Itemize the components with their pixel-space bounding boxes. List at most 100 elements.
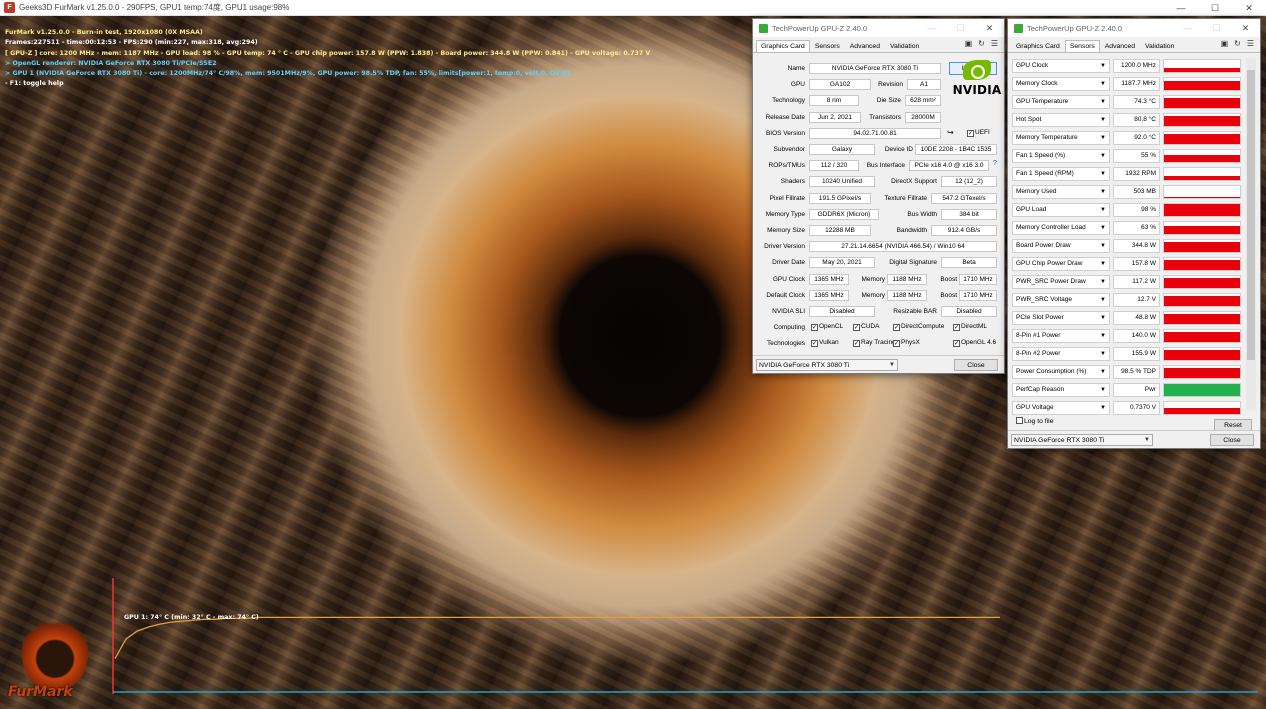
sensor-graph <box>1163 311 1241 325</box>
checkbox-label: PhysX <box>901 339 920 347</box>
sensor-name-dropdown[interactable]: PerfCap Reason ▼ <box>1012 383 1110 397</box>
sensor-row: Memory Used ▼ 503 MB <box>1012 185 1250 199</box>
temperature-graph-svg <box>112 578 1258 694</box>
sensor-name-dropdown[interactable]: 8-Pin #2 Power ▼ <box>1012 347 1110 361</box>
sensor-name-dropdown[interactable]: PCIe Slot Power ▼ <box>1012 311 1110 325</box>
camera-icon[interactable]: ▣ <box>1221 39 1229 48</box>
field-value-die-size: 628 mm² <box>905 95 941 107</box>
sensor-name-dropdown[interactable]: Memory Controller Load ▼ <box>1012 221 1110 235</box>
maximize-icon[interactable]: ☐ <box>1198 0 1232 16</box>
log-checkbox[interactable] <box>1016 417 1023 424</box>
field-label-directx: DirectX Support <box>891 178 937 186</box>
sensor-name-dropdown[interactable]: Memory Temperature ▼ <box>1012 131 1110 145</box>
sensor-row: GPU Temperature ▼ 74.3 °C <box>1012 95 1250 109</box>
sensor-name-dropdown[interactable]: Memory Used ▼ <box>1012 185 1110 199</box>
menu-icon[interactable]: ☰ <box>1247 39 1254 48</box>
field-value-buswidth: 384 bit <box>941 208 997 220</box>
close-icon[interactable]: ✕ <box>1231 19 1260 37</box>
close-icon[interactable]: ✕ <box>975 19 1004 37</box>
scrollbar-thumb[interactable] <box>1247 70 1255 360</box>
gpu-select-dropdown[interactable]: NVIDIA GeForce RTX 3080 Ti ▼ <box>756 359 898 371</box>
sensor-name-dropdown[interactable]: PWR_SRC Power Draw ▼ <box>1012 275 1110 289</box>
log-to-file-option[interactable]: Log to file <box>1016 417 1053 425</box>
chevron-down-icon: ▼ <box>889 362 895 368</box>
minimize-icon[interactable]: — <box>1173 19 1202 37</box>
gpuz-titlebar[interactable]: TechPowerUp GPU-Z 2.40.0 — ☐ ✕ <box>753 19 1004 37</box>
close-button[interactable]: Close <box>954 359 998 371</box>
tab-sensors[interactable]: Sensors <box>810 40 845 52</box>
refresh-icon[interactable]: ↻ <box>978 39 985 48</box>
chevron-down-icon: ▼ <box>1100 117 1106 123</box>
field-value-rops: 112 / 320 <box>809 160 859 172</box>
sensor-name-dropdown[interactable]: GPU Load ▼ <box>1012 203 1110 217</box>
sensor-value: Pwr <box>1113 383 1160 397</box>
check-icon: ✓ <box>953 324 960 332</box>
checkbox-directml: ✓ DirectML <box>953 323 987 332</box>
sensor-name: Memory Clock <box>1016 80 1058 87</box>
gpuz-titlebar[interactable]: TechPowerUp GPU-Z 2.40.0 — ☐ ✕ <box>1008 19 1260 37</box>
minimize-icon[interactable]: — <box>917 19 946 37</box>
tab-validation[interactable]: Validation <box>885 40 924 52</box>
gpuz-sensors-window[interactable]: TechPowerUp GPU-Z 2.40.0 — ☐ ✕ Graphics Ca… <box>1007 18 1261 449</box>
tab-advanced[interactable]: Advanced <box>845 40 885 52</box>
tab-validation[interactable]: Validation <box>1140 40 1179 52</box>
sensor-value: 98.5 % TDP <box>1113 365 1160 379</box>
chevron-down-icon: ▼ <box>1100 387 1106 393</box>
sensor-graph <box>1163 347 1241 361</box>
checkbox-label: CUDA <box>861 323 880 331</box>
tab-graphics-card[interactable]: Graphics Card <box>756 40 810 52</box>
field-label-gpuclock: GPU Clock <box>772 275 805 283</box>
sensor-name-dropdown[interactable]: GPU Clock ▼ <box>1012 59 1110 73</box>
field-label-shaders: Shaders <box>780 178 805 186</box>
nvidia-eye-icon <box>963 60 991 80</box>
check-icon: ✓ <box>853 340 860 348</box>
sensor-name-dropdown[interactable]: Board Power Draw ▼ <box>1012 239 1110 253</box>
sensor-name-dropdown[interactable]: PWR_SRC Voltage ▼ <box>1012 293 1110 307</box>
tab-graphics-card[interactable]: Graphics Card <box>1011 40 1065 52</box>
sensor-name-dropdown[interactable]: GPU Chip Power Draw ▼ <box>1012 257 1110 271</box>
sensor-graph-fill <box>1164 197 1240 198</box>
close-icon[interactable]: ✕ <box>1232 0 1266 16</box>
tab-sensors[interactable]: Sensors <box>1064 40 1100 52</box>
sensor-value: 140.0 W <box>1113 329 1160 343</box>
check-icon: ✓ <box>893 324 900 332</box>
sensor-name-dropdown[interactable]: GPU Voltage ▼ <box>1012 401 1110 415</box>
field-label-bios: BIOS Version <box>765 129 805 137</box>
share-icon[interactable]: ↪ <box>947 128 954 137</box>
sensor-name: GPU Temperature <box>1016 98 1069 105</box>
sensor-graph-fill <box>1164 68 1240 72</box>
sensor-scrollbar[interactable] <box>1246 58 1256 410</box>
sensor-name-dropdown[interactable]: Power Consumption (%) ▼ <box>1012 365 1110 379</box>
gpuz-graphics-card-window[interactable]: TechPowerUp GPU-Z 2.40.0 — ☐ ✕ Graphics Ca… <box>752 18 1005 374</box>
sensor-row: Power Consumption (%) ▼ 98.5 % TDP <box>1012 365 1250 379</box>
field-value-texture: 547.2 GTexel/s <box>931 192 997 204</box>
maximize-icon: ☐ <box>956 23 965 33</box>
sensor-name: PCIe Slot Power <box>1016 314 1064 321</box>
camera-icon[interactable]: ▣ <box>965 39 973 48</box>
sensor-graph <box>1163 95 1241 109</box>
sensor-value: 48.8 W <box>1113 311 1160 325</box>
sensor-name-dropdown[interactable]: Memory Clock ▼ <box>1012 77 1110 91</box>
sensor-name: Memory Used <box>1016 188 1057 195</box>
field-value-device-id: 10DE 2208 - 1B4C 1535 <box>915 144 997 155</box>
sensor-name-dropdown[interactable]: Fan 1 Speed (RPM) ▼ <box>1012 167 1110 181</box>
window-controls: — ☐ ✕ <box>1164 0 1266 16</box>
close-button[interactable]: Close <box>1210 434 1254 446</box>
field-label-subvendor: Subvendor <box>773 146 805 153</box>
help-icon[interactable]: ? <box>993 160 997 167</box>
gpu-select-dropdown[interactable]: NVIDIA GeForce RTX 3080 Ti ▼ <box>1011 434 1153 446</box>
menu-icon[interactable]: ☰ <box>991 39 998 48</box>
refresh-icon[interactable]: ↻ <box>1234 39 1241 48</box>
sensor-name-dropdown[interactable]: Fan 1 Speed (%) ▼ <box>1012 149 1110 163</box>
minimize-icon[interactable]: — <box>1164 0 1198 16</box>
sensor-name-dropdown[interactable]: Hot Spot ▼ <box>1012 113 1110 127</box>
tab-advanced[interactable]: Advanced <box>1100 40 1140 52</box>
sensor-name-dropdown[interactable]: 8-Pin #1 Power ▼ <box>1012 329 1110 343</box>
sensor-name: 8-Pin #2 Power <box>1016 350 1061 357</box>
field-label-device-id: Device ID <box>884 146 913 153</box>
sensor-row: PCIe Slot Power ▼ 48.8 W <box>1012 311 1250 325</box>
gpuz-app-icon <box>1014 23 1023 33</box>
field-label-transistors: Transistors <box>869 113 901 121</box>
sensor-name-dropdown[interactable]: GPU Temperature ▼ <box>1012 95 1110 109</box>
app-titlebar[interactable]: F Geeks3D FurMark v1.25.0.0 - 290FPS, GP… <box>0 0 1266 16</box>
